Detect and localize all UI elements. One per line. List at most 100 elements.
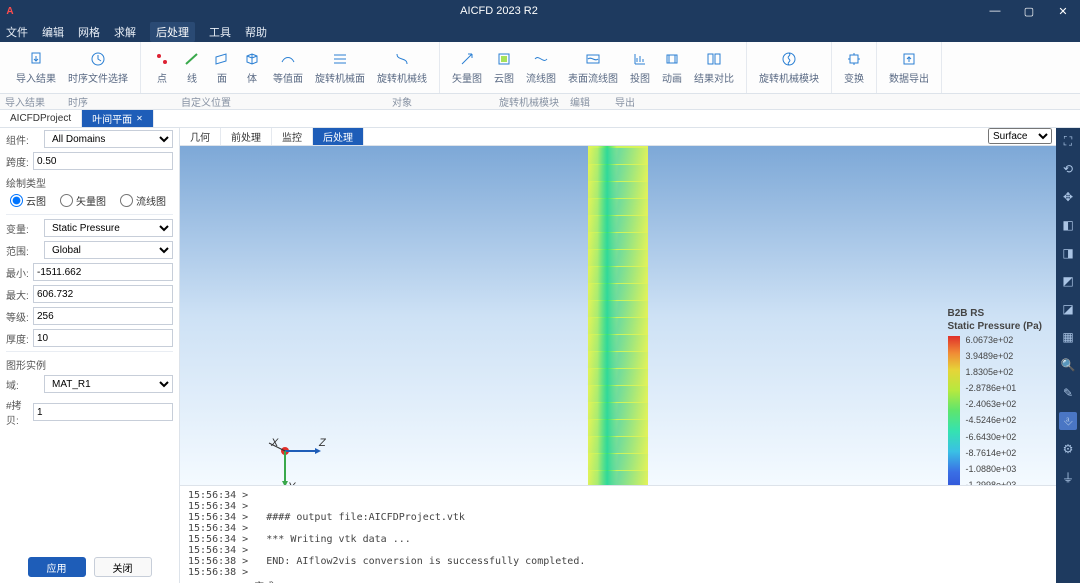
axis-y-label: Y	[288, 481, 295, 485]
maximize-button[interactable]: ▢	[1012, 0, 1046, 22]
ribbon-export[interactable]: 数据导出	[883, 42, 935, 93]
ribbon-plot[interactable]: 投图	[624, 42, 656, 93]
tool-xy-icon[interactable]: ◨	[1059, 244, 1077, 262]
menu-file[interactable]: 文件	[6, 24, 28, 40]
min-label: 最小:	[6, 265, 29, 280]
menu-post[interactable]: 后处理	[150, 22, 195, 42]
ribbon-plane[interactable]: 面	[207, 42, 237, 93]
export-icon	[900, 50, 918, 68]
max-input[interactable]	[33, 285, 173, 303]
ribbon-animation[interactable]: 动画	[656, 42, 688, 93]
tool-settings-icon[interactable]: ⚙	[1059, 440, 1077, 458]
tool-rotate-icon[interactable]: ⟲	[1059, 160, 1077, 178]
span-input[interactable]	[33, 152, 173, 170]
tool-pan-icon[interactable]: ✥	[1059, 188, 1077, 206]
component-select[interactable]: All Domains	[44, 130, 173, 148]
title-bar: A AICFD 2023 R2 — ▢ ✕	[0, 0, 1080, 22]
tool-zoom-icon[interactable]: 🔍	[1059, 356, 1077, 374]
close-button[interactable]: 关闭	[94, 557, 152, 577]
axis-z-label: Z	[319, 437, 326, 449]
iso-icon	[279, 50, 297, 68]
menu-solve[interactable]: 求解	[114, 24, 136, 40]
import-icon	[27, 50, 45, 68]
fan-icon	[780, 50, 798, 68]
app-logo-icon: A	[0, 6, 20, 17]
variable-select[interactable]: Static Pressure	[44, 219, 173, 237]
legend-title-1: B2B RS	[948, 308, 1043, 319]
surface-select[interactable]: Surface	[988, 128, 1052, 144]
tool-measure-icon[interactable]: ✎	[1059, 384, 1077, 402]
ribbon-toolbar: 导入结果 时序文件选择 点 线 面 体 等值面 旋转机械面 旋转机械线 矢量图 …	[0, 42, 1080, 94]
compare-icon	[705, 50, 723, 68]
menu-mesh[interactable]: 网格	[78, 24, 100, 40]
ribbon-surface-stream[interactable]: 表面流线图	[562, 42, 624, 93]
tab-aicfdproject[interactable]: AICFDProject	[0, 110, 82, 127]
ribbon-transform[interactable]: 变换	[838, 42, 870, 93]
stream-icon	[532, 50, 550, 68]
levels-input[interactable]	[33, 307, 173, 325]
properties-panel: 组件: All Domains 跨度: 绘制类型 云图 矢量图 流线图 变量: …	[0, 128, 180, 583]
ribbon-vector[interactable]: 矢量图	[446, 42, 488, 93]
contour-icon	[495, 50, 513, 68]
right-toolbar: ⛶ ⟲ ✥ ◧ ◨ ◩ ◪ ▦ 🔍 ✎ ⎀ ⚙ ⏚	[1056, 128, 1080, 583]
menu-edit[interactable]: 编辑	[42, 24, 64, 40]
ribbon-line[interactable]: 线	[177, 42, 207, 93]
tool-probe-icon[interactable]: ⎀	[1059, 412, 1077, 430]
copies-label: #拷贝:	[6, 397, 29, 427]
max-label: 最大:	[6, 287, 29, 302]
tool-align-icon[interactable]: ◧	[1059, 216, 1077, 234]
ribbon-isosurface[interactable]: 等值面	[267, 42, 309, 93]
legend-title-2: Static Pressure (Pa)	[948, 321, 1043, 332]
tool-wireframe-icon[interactable]: ▦	[1059, 328, 1077, 346]
ribbon-turbo-module[interactable]: 旋转机械模块	[753, 42, 825, 93]
tab-blade-plane[interactable]: 叶间平面✕	[82, 110, 154, 127]
line-icon	[183, 50, 201, 68]
apply-button[interactable]: 应用	[28, 557, 86, 577]
ribbon-compare[interactable]: 结果对比	[688, 42, 740, 93]
ribbon-streamline[interactable]: 流线图	[520, 42, 562, 93]
ribbon-point[interactable]: 点	[147, 42, 177, 93]
tool-iso-icon[interactable]: ◪	[1059, 300, 1077, 318]
close-window-button[interactable]: ✕	[1046, 0, 1080, 22]
thickness-input[interactable]	[33, 329, 173, 347]
range-label: 范围:	[6, 243, 40, 258]
legend-ticks: 6.0673e+023.9489e+021.8305e+02 -2.8786e+…	[966, 336, 1017, 485]
ribbon-timeseries[interactable]: 时序文件选择	[62, 42, 134, 93]
chart-icon	[631, 50, 649, 68]
legend-gradient	[948, 336, 960, 485]
simulation-result-strip	[588, 146, 648, 485]
point-icon	[153, 50, 171, 68]
min-input[interactable]	[33, 263, 173, 281]
tab-postprocess[interactable]: 后处理	[313, 128, 364, 145]
output-console[interactable]: 15:56:34 > 15:56:34 > 15:56:34 > #### ou…	[180, 485, 1056, 583]
radio-cloud[interactable]: 云图	[10, 193, 46, 208]
project-tabs: AICFDProject 叶间平面✕	[0, 110, 1080, 128]
domain-select[interactable]: MAT_R1	[44, 375, 173, 393]
menu-tools[interactable]: 工具	[209, 24, 231, 40]
copies-input[interactable]	[33, 403, 173, 421]
tab-preprocess[interactable]: 前处理	[221, 128, 272, 145]
ribbon-turbo-surface[interactable]: 旋转机械面	[309, 42, 371, 93]
tool-screenshot-icon[interactable]: ⏚	[1059, 468, 1077, 486]
tab-geometry[interactable]: 几何	[180, 128, 221, 145]
radio-streamline[interactable]: 流线图	[120, 193, 166, 208]
tool-fit-icon[interactable]: ⛶	[1059, 132, 1077, 150]
domain-label: 域:	[6, 377, 40, 392]
window-title: AICFD 2023 R2	[20, 5, 978, 17]
tab-close-icon[interactable]: ✕	[136, 114, 143, 123]
radio-vector[interactable]: 矢量图	[60, 193, 106, 208]
tool-yz-icon[interactable]: ◩	[1059, 272, 1077, 290]
ribbon-contour[interactable]: 云图	[488, 42, 520, 93]
tab-monitor[interactable]: 监控	[272, 128, 313, 145]
ribbon-import-results[interactable]: 导入结果	[10, 42, 62, 93]
menu-help[interactable]: 帮助	[245, 24, 267, 40]
minimize-button[interactable]: —	[978, 0, 1012, 22]
ribbon-turbo-line[interactable]: 旋转机械线	[371, 42, 433, 93]
ribbon-volume[interactable]: 体	[237, 42, 267, 93]
range-select[interactable]: Global	[44, 241, 173, 259]
turbo-line-icon	[393, 50, 411, 68]
viewport-3d[interactable]: Z X Y B2B RS Static Pressure (Pa) 6.0673…	[180, 146, 1056, 485]
color-legend: B2B RS Static Pressure (Pa) 6.0673e+023.…	[948, 308, 1043, 485]
levels-label: 等级:	[6, 309, 29, 324]
view-tabs: 几何 前处理 监控 后处理 Surface	[180, 128, 1056, 146]
